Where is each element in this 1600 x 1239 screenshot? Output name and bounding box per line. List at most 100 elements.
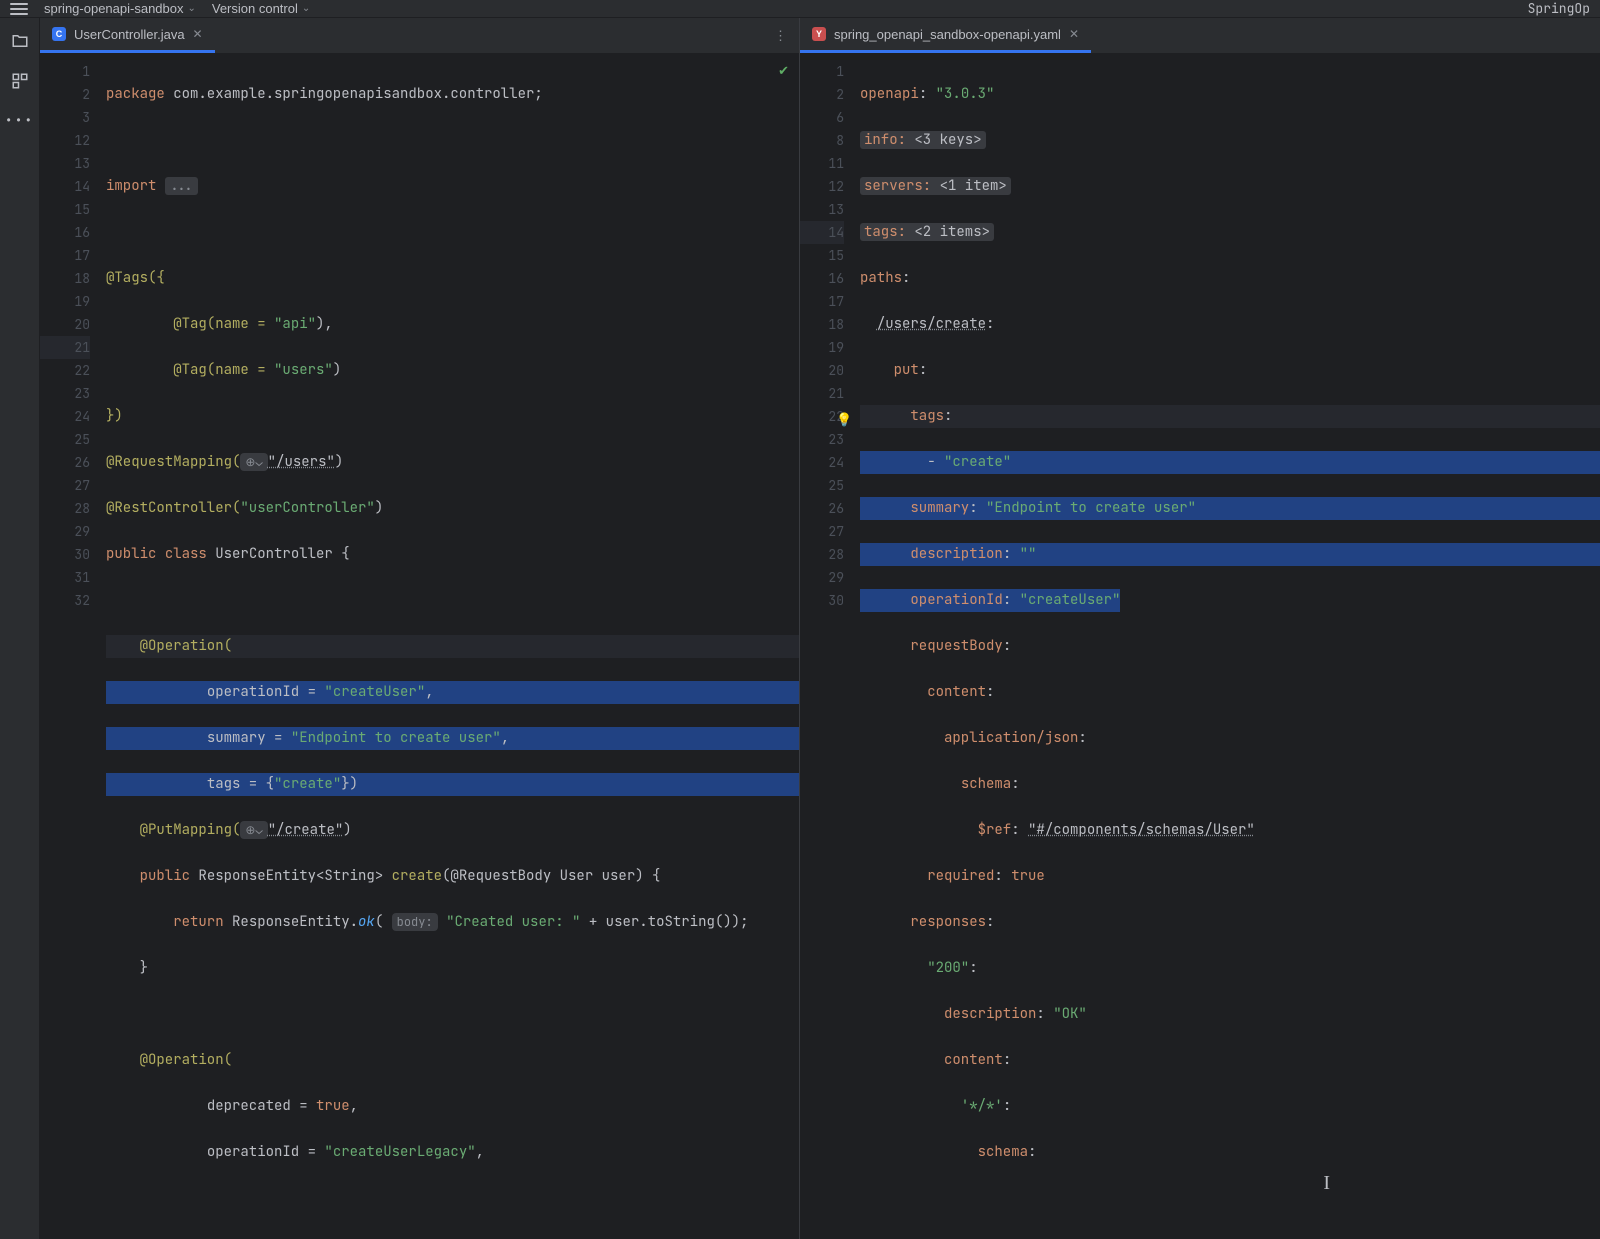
line-number: 13: [40, 152, 90, 175]
code-token: ResponseEntity.: [232, 913, 358, 931]
line-number: 23: [40, 382, 90, 405]
code-token: create: [392, 867, 442, 885]
code-token: "200": [927, 959, 969, 977]
right-editor-pane: Y spring_openapi_sandbox-openapi.yaml ✕ …: [800, 18, 1600, 1239]
run-config-name: SpringOp: [1528, 0, 1590, 17]
more-tool-icon[interactable]: •••: [5, 112, 34, 129]
inlay-hint-icon[interactable]: ⊕⌄: [240, 821, 267, 839]
code-token: ,: [501, 729, 509, 747]
code-token: <2 items>: [914, 223, 990, 241]
close-icon[interactable]: ✕: [1069, 27, 1079, 41]
fold-placeholder[interactable]: ...: [165, 177, 198, 195]
line-number: 26: [800, 497, 844, 520]
line-number: 2: [800, 83, 844, 106]
code-token: }): [341, 775, 358, 793]
code-token: "api": [274, 315, 316, 333]
line-number: 3: [40, 106, 90, 129]
line-number: 16: [800, 267, 844, 290]
code-token: "create": [274, 775, 341, 793]
line-number: 12: [800, 175, 844, 198]
inlay-hint-icon[interactable]: ⊕⌄: [240, 453, 267, 471]
line-number: 32: [40, 589, 90, 612]
code-token: @PutMapping(: [140, 821, 241, 839]
line-number: 21: [800, 382, 844, 405]
inlay-hint[interactable]: body:: [392, 913, 438, 931]
left-gutter[interactable]: 1 2 3 12 13 14 15 16 17 18 19 20 21 22 2…: [40, 54, 98, 1239]
fold-placeholder[interactable]: servers: <1 item>: [860, 177, 1011, 195]
structure-tool-icon[interactable]: [11, 72, 29, 90]
code-token: content: [927, 683, 986, 701]
intention-bulb-icon[interactable]: 💡: [836, 408, 852, 431]
line-number: 8: [800, 129, 844, 152]
code-token: @Tag(name =: [173, 361, 274, 379]
line-number: 17: [800, 290, 844, 313]
line-number: 12: [40, 129, 90, 152]
vcs-menu[interactable]: Version control ⌄: [212, 1, 310, 16]
code-token: required: [927, 867, 994, 885]
tab-usercontroller[interactable]: C UserController.java ✕: [40, 18, 215, 53]
line-number: 2: [40, 83, 90, 106]
line-number: 1: [800, 60, 844, 83]
tab-label: UserController.java: [74, 27, 185, 42]
code-token: ): [333, 361, 341, 379]
java-file-icon: C: [52, 27, 66, 41]
line-number: 27: [800, 520, 844, 543]
code-token: @Tags({: [106, 269, 165, 287]
line-number: 29: [800, 566, 844, 589]
code-token: (: [375, 913, 392, 931]
code-token: tags:: [864, 223, 914, 241]
code-token: public: [140, 867, 199, 885]
tab-actions-icon[interactable]: ⋮: [762, 18, 799, 53]
left-editor[interactable]: ✔ 1 2 3 12 13 14 15 16 17 18 19 20 21 22: [40, 54, 799, 1239]
code-token: summary =: [207, 729, 291, 747]
vcs-label: Version control: [212, 1, 298, 16]
code-token: @Tag(name =: [173, 315, 274, 333]
project-tool-icon[interactable]: [11, 32, 29, 50]
code-token: summary: [910, 499, 969, 517]
code-token: schema: [961, 775, 1011, 793]
line-number: 28: [800, 543, 844, 566]
line-number: 30: [40, 543, 90, 566]
code-token: "#/components/schemas/User": [1028, 821, 1255, 839]
code-token: operationId =: [207, 683, 325, 701]
project-selector[interactable]: spring-openapi-sandbox ⌄: [44, 1, 196, 16]
left-code-area[interactable]: package com.example.springopenapisandbox…: [98, 54, 799, 1239]
code-token: "/users": [268, 453, 335, 471]
code-token: UserController {: [215, 545, 349, 563]
fold-placeholder[interactable]: tags: <2 items>: [860, 223, 994, 241]
tab-openapi-yaml[interactable]: Y spring_openapi_sandbox-openapi.yaml ✕: [800, 18, 1091, 53]
code-token: $ref: [978, 821, 1012, 839]
line-number: 21: [40, 336, 90, 359]
code-token: operationId =: [207, 1143, 325, 1161]
code-token: tags = {: [207, 775, 274, 793]
line-number: 18: [40, 267, 90, 290]
code-token: openapi: [860, 85, 919, 103]
code-token: ResponseEntity<String>: [198, 867, 391, 885]
line-number: 6: [800, 106, 844, 129]
main-menu-icon[interactable]: [10, 3, 28, 15]
right-gutter[interactable]: 1 2 6 8 11 12 13 14 15 16 17 18 19 20 21…: [800, 54, 852, 1239]
line-number: 28: [40, 497, 90, 520]
right-code-area[interactable]: openapi: "3.0.3" info: <3 keys> servers:…: [852, 54, 1600, 1239]
close-icon[interactable]: ✕: [193, 27, 203, 41]
code-token: public: [106, 545, 165, 563]
line-number: 22: [40, 359, 90, 382]
line-number: 15: [800, 244, 844, 267]
line-number: 25: [40, 428, 90, 451]
left-tabbar: C UserController.java ✕ ⋮: [40, 18, 799, 54]
code-token: schema: [978, 1143, 1028, 1161]
code-token: "Created user: ": [446, 913, 580, 931]
code-token: ): [335, 453, 343, 471]
right-editor[interactable]: 1 2 6 8 11 12 13 14 15 16 17 18 19 20 21…: [800, 54, 1600, 1239]
text-cursor-icon: I: [1323, 1172, 1330, 1195]
code-token: class: [165, 545, 215, 563]
code-token: operationId: [910, 591, 1002, 609]
code-token: "3.0.3": [936, 85, 995, 103]
code-token: true: [1011, 867, 1045, 885]
code-token: ): [375, 499, 383, 517]
line-number: 24: [800, 451, 844, 474]
left-tool-stripe: •••: [0, 18, 40, 1239]
fold-placeholder[interactable]: info: <3 keys>: [860, 131, 986, 149]
line-number: 31: [40, 566, 90, 589]
code-token: "userController": [240, 499, 374, 517]
